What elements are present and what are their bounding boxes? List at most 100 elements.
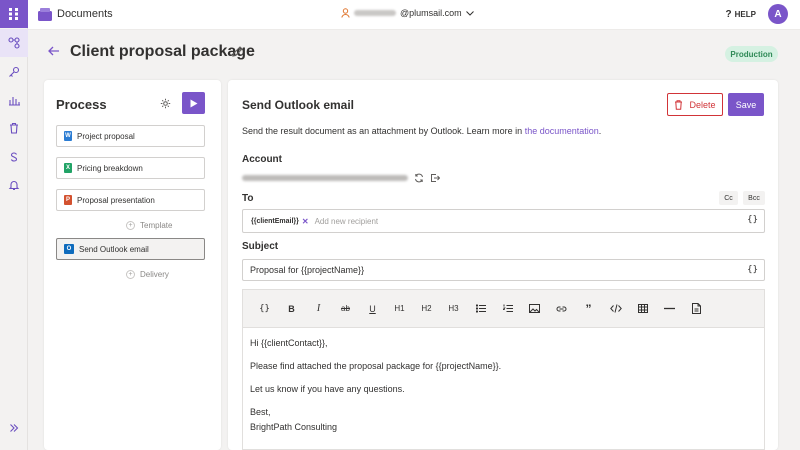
trash-icon	[675, 99, 683, 110]
key-icon	[9, 66, 20, 77]
strikethrough-tool[interactable]: ab	[332, 297, 359, 321]
bell-icon	[8, 181, 20, 191]
italic-tool[interactable]: I	[305, 297, 332, 321]
description: Send the result document as an attachmen…	[242, 126, 602, 136]
add-delivery-label: Delivery	[140, 270, 169, 279]
avatar[interactable]: A	[768, 4, 788, 24]
file-tool[interactable]	[683, 297, 710, 321]
subject-label: Subject	[242, 241, 279, 252]
double-chevron-right-icon	[10, 424, 19, 432]
gear-icon[interactable]	[160, 98, 171, 109]
help-button[interactable]: ? HELP	[726, 9, 756, 20]
expand-rail-button[interactable]	[0, 414, 28, 442]
recipient-chip[interactable]: {{clientEmail}} ✕	[251, 217, 309, 226]
bar-chart-icon	[9, 97, 20, 106]
delete-button[interactable]: Delete	[667, 93, 723, 116]
bold-tool[interactable]: B	[278, 297, 305, 321]
flow-icon	[8, 37, 20, 49]
bulleted-list-tool[interactable]	[467, 297, 494, 321]
email-body-editor[interactable]: Hi {{clientContact}}, Please find attach…	[242, 327, 765, 450]
save-button[interactable]: Save	[728, 93, 764, 116]
refresh-icon[interactable]	[414, 173, 424, 183]
link-tool[interactable]	[548, 297, 575, 321]
outlook-icon: O	[64, 244, 74, 254]
account-label: Account	[242, 154, 282, 165]
numbered-list-icon	[502, 304, 513, 312]
code-tool[interactable]	[602, 297, 629, 321]
top-bar: Documents @plumsail.com ? HELP A	[28, 0, 800, 30]
run-process-button[interactable]	[182, 92, 205, 114]
cc-button[interactable]: Cc	[719, 191, 738, 205]
insert-token-button[interactable]: {}	[747, 265, 758, 275]
subject-value: Proposal for {{projectName}}	[250, 265, 365, 275]
page-title: Client proposal package	[70, 43, 255, 60]
remove-recipient-icon[interactable]: ✕	[302, 217, 309, 226]
step-label: Send Outlook email	[79, 244, 149, 254]
app-launcher-button[interactable]	[0, 0, 28, 28]
table-icon	[637, 304, 648, 313]
email-settings-panel: Send Outlook email Delete Save Send the …	[228, 80, 778, 450]
rail-keys-button[interactable]	[0, 58, 28, 86]
add-delivery-button[interactable]: + Delivery	[126, 270, 169, 279]
back-arrow-icon[interactable]	[48, 46, 60, 56]
process-title: Process	[56, 97, 107, 112]
documents-logo-icon	[38, 8, 52, 21]
image-icon	[529, 304, 540, 313]
rail-processes-button[interactable]	[0, 29, 28, 57]
heading3-tool[interactable]: H3	[440, 297, 467, 321]
table-tool[interactable]	[629, 297, 656, 321]
step-label: Pricing breakdown	[77, 163, 143, 173]
underline-tool[interactable]: U	[359, 297, 386, 321]
body-line-1: Please find attached the proposal packag…	[250, 361, 502, 371]
to-recipients-input[interactable]: {{clientEmail}} ✕ Add new recipient {}	[242, 209, 765, 233]
rail-trash-button[interactable]	[0, 114, 28, 142]
account-switcher[interactable]: @plumsail.com	[341, 8, 474, 18]
editor-toolbar: {} B I ab U H1 H2 H3 ”	[242, 289, 765, 327]
user-email-redacted	[354, 10, 396, 16]
horizontal-rule-icon	[664, 307, 675, 310]
rail-reports-button[interactable]	[0, 86, 28, 114]
body-line-2: Let us know if you have any questions.	[250, 384, 405, 394]
panel-title: Send Outlook email	[242, 98, 355, 112]
insert-token-tool[interactable]: {}	[251, 297, 278, 321]
delete-label: Delete	[689, 99, 716, 110]
pencil-icon[interactable]	[232, 46, 243, 57]
chevron-down-icon	[465, 10, 474, 16]
left-rail	[0, 0, 28, 450]
dollar-icon	[10, 152, 18, 162]
person-icon	[341, 8, 350, 18]
rail-billing-button[interactable]	[0, 143, 28, 171]
step-pricing-breakdown[interactable]: X Pricing breakdown	[56, 157, 205, 179]
status-badge: Production	[725, 46, 778, 62]
trash-icon	[10, 122, 18, 134]
heading1-tool[interactable]: H1	[386, 297, 413, 321]
rail-notifications-button[interactable]	[0, 171, 28, 199]
grid-icon	[9, 8, 18, 20]
account-email-redacted	[242, 175, 408, 181]
bcc-button[interactable]: Bcc	[743, 191, 765, 205]
recipient-chip-label: {{clientEmail}}	[251, 217, 299, 225]
step-label: Project proposal	[77, 131, 135, 141]
horizontal-rule-tool[interactable]	[656, 297, 683, 321]
insert-token-button[interactable]: {}	[747, 215, 758, 225]
body-greeting: Hi {{clientContact}},	[250, 338, 328, 348]
add-template-button[interactable]: + Template	[126, 221, 172, 230]
quote-tool[interactable]: ”	[575, 297, 602, 321]
sign-out-icon[interactable]	[430, 173, 440, 183]
user-email-domain: @plumsail.com	[400, 8, 462, 18]
image-tool[interactable]	[521, 297, 548, 321]
step-proposal-presentation[interactable]: P Proposal presentation	[56, 189, 205, 211]
heading2-tool[interactable]: H2	[413, 297, 440, 321]
link-icon	[556, 306, 567, 312]
step-send-outlook-email[interactable]: O Send Outlook email	[56, 238, 205, 260]
process-panel: Process W Project proposal X Pricing bre…	[44, 80, 221, 450]
code-icon	[609, 304, 622, 313]
subject-input[interactable]: Proposal for {{projectName}} {}	[242, 259, 765, 281]
plus-icon: +	[126, 270, 135, 279]
numbered-list-tool[interactable]	[494, 297, 521, 321]
documentation-link[interactable]: the documentation	[525, 126, 599, 136]
bulleted-list-icon	[475, 304, 486, 313]
to-placeholder: Add new recipient	[314, 216, 379, 226]
step-project-proposal[interactable]: W Project proposal	[56, 125, 205, 147]
file-icon	[692, 303, 701, 314]
